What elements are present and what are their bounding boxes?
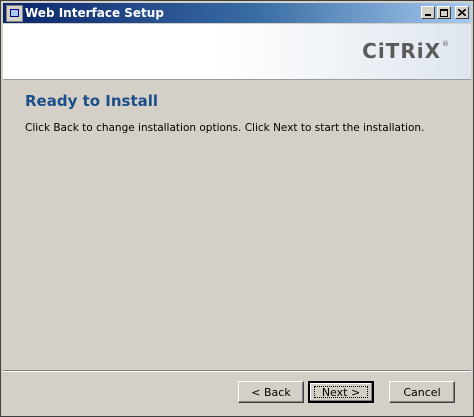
header-banner: CiTRiX ® <box>3 24 471 80</box>
window-title: Web Interface Setup <box>25 6 164 20</box>
cancel-button[interactable]: Cancel <box>389 381 455 403</box>
page-title: Ready to Install <box>25 92 159 110</box>
registered-mark: ® <box>442 40 449 48</box>
back-button[interactable]: < Back <box>238 381 304 403</box>
page-description: Click Back to change installation option… <box>25 122 425 134</box>
maximize-icon[interactable] <box>437 6 451 19</box>
title-bar[interactable]: Web Interface Setup <box>3 3 471 23</box>
citrix-logo: CiTRiX <box>362 39 441 63</box>
close-icon[interactable] <box>455 6 469 19</box>
setup-window: Web Interface Setup CiTRiX ® Ready to In… <box>0 0 474 417</box>
app-icon[interactable] <box>6 5 23 22</box>
back-button-label: < Back <box>251 385 291 399</box>
cancel-button-label: Cancel <box>403 385 441 399</box>
minimize-icon[interactable] <box>421 6 435 19</box>
divider-highlight <box>3 371 471 372</box>
next-button[interactable]: Next > <box>308 381 374 403</box>
next-button-label: Next > <box>321 385 361 399</box>
